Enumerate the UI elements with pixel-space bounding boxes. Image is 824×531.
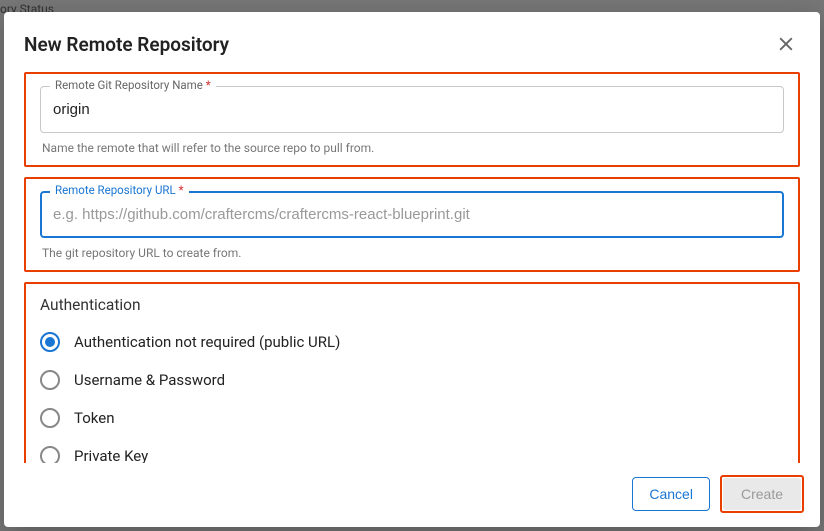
remote-name-label-text: Remote Git Repository Name — [55, 78, 203, 92]
radio-label: Authentication not required (public URL) — [74, 333, 340, 351]
authentication-section: Authentication Authentication not requir… — [24, 282, 800, 463]
required-asterisk: * — [206, 78, 211, 92]
remote-name-field-wrap: Remote Git Repository Name * — [40, 86, 784, 133]
cancel-button[interactable]: Cancel — [632, 477, 710, 511]
remote-url-label-text: Remote Repository URL — [55, 183, 176, 197]
remote-name-input[interactable] — [40, 86, 784, 133]
create-button[interactable]: Create — [723, 478, 801, 510]
remote-name-section: Remote Git Repository Name * Name the re… — [24, 72, 800, 167]
remote-url-input[interactable] — [40, 191, 784, 238]
radio-label: Username & Password — [74, 371, 225, 389]
remote-name-label: Remote Git Repository Name * — [50, 78, 216, 92]
modal-backdrop: ory Status New Remote Repository Remote … — [0, 0, 824, 531]
auth-option-private-key[interactable]: Private Key — [40, 446, 784, 463]
radio-icon — [40, 370, 60, 390]
remote-url-label: Remote Repository URL * — [50, 183, 189, 197]
radio-icon — [40, 446, 60, 463]
auth-option-token[interactable]: Token — [40, 408, 784, 428]
dialog-title: New Remote Repository — [24, 33, 229, 56]
remote-name-helper: Name the remote that will refer to the s… — [40, 141, 784, 155]
required-asterisk: * — [179, 183, 184, 197]
radio-label: Token — [74, 409, 114, 427]
authentication-title: Authentication — [40, 296, 784, 314]
auth-option-public[interactable]: Authentication not required (public URL) — [40, 332, 784, 352]
dialog-body: Remote Git Repository Name * Name the re… — [4, 72, 820, 463]
create-button-highlight: Create — [720, 475, 804, 513]
radio-label: Private Key — [74, 447, 148, 463]
remote-url-helper: The git repository URL to create from. — [40, 246, 784, 260]
dialog-header: New Remote Repository — [4, 12, 820, 72]
remote-url-section: Remote Repository URL * The git reposito… — [24, 177, 800, 272]
close-icon — [776, 34, 796, 54]
radio-icon — [40, 332, 60, 352]
remote-url-field-wrap: Remote Repository URL * — [40, 191, 784, 238]
dialog-footer: Cancel Create — [4, 463, 820, 527]
new-remote-repository-dialog: New Remote Repository Remote Git Reposit… — [4, 12, 820, 527]
auth-option-username-password[interactable]: Username & Password — [40, 370, 784, 390]
radio-icon — [40, 408, 60, 428]
close-button[interactable] — [772, 30, 800, 58]
